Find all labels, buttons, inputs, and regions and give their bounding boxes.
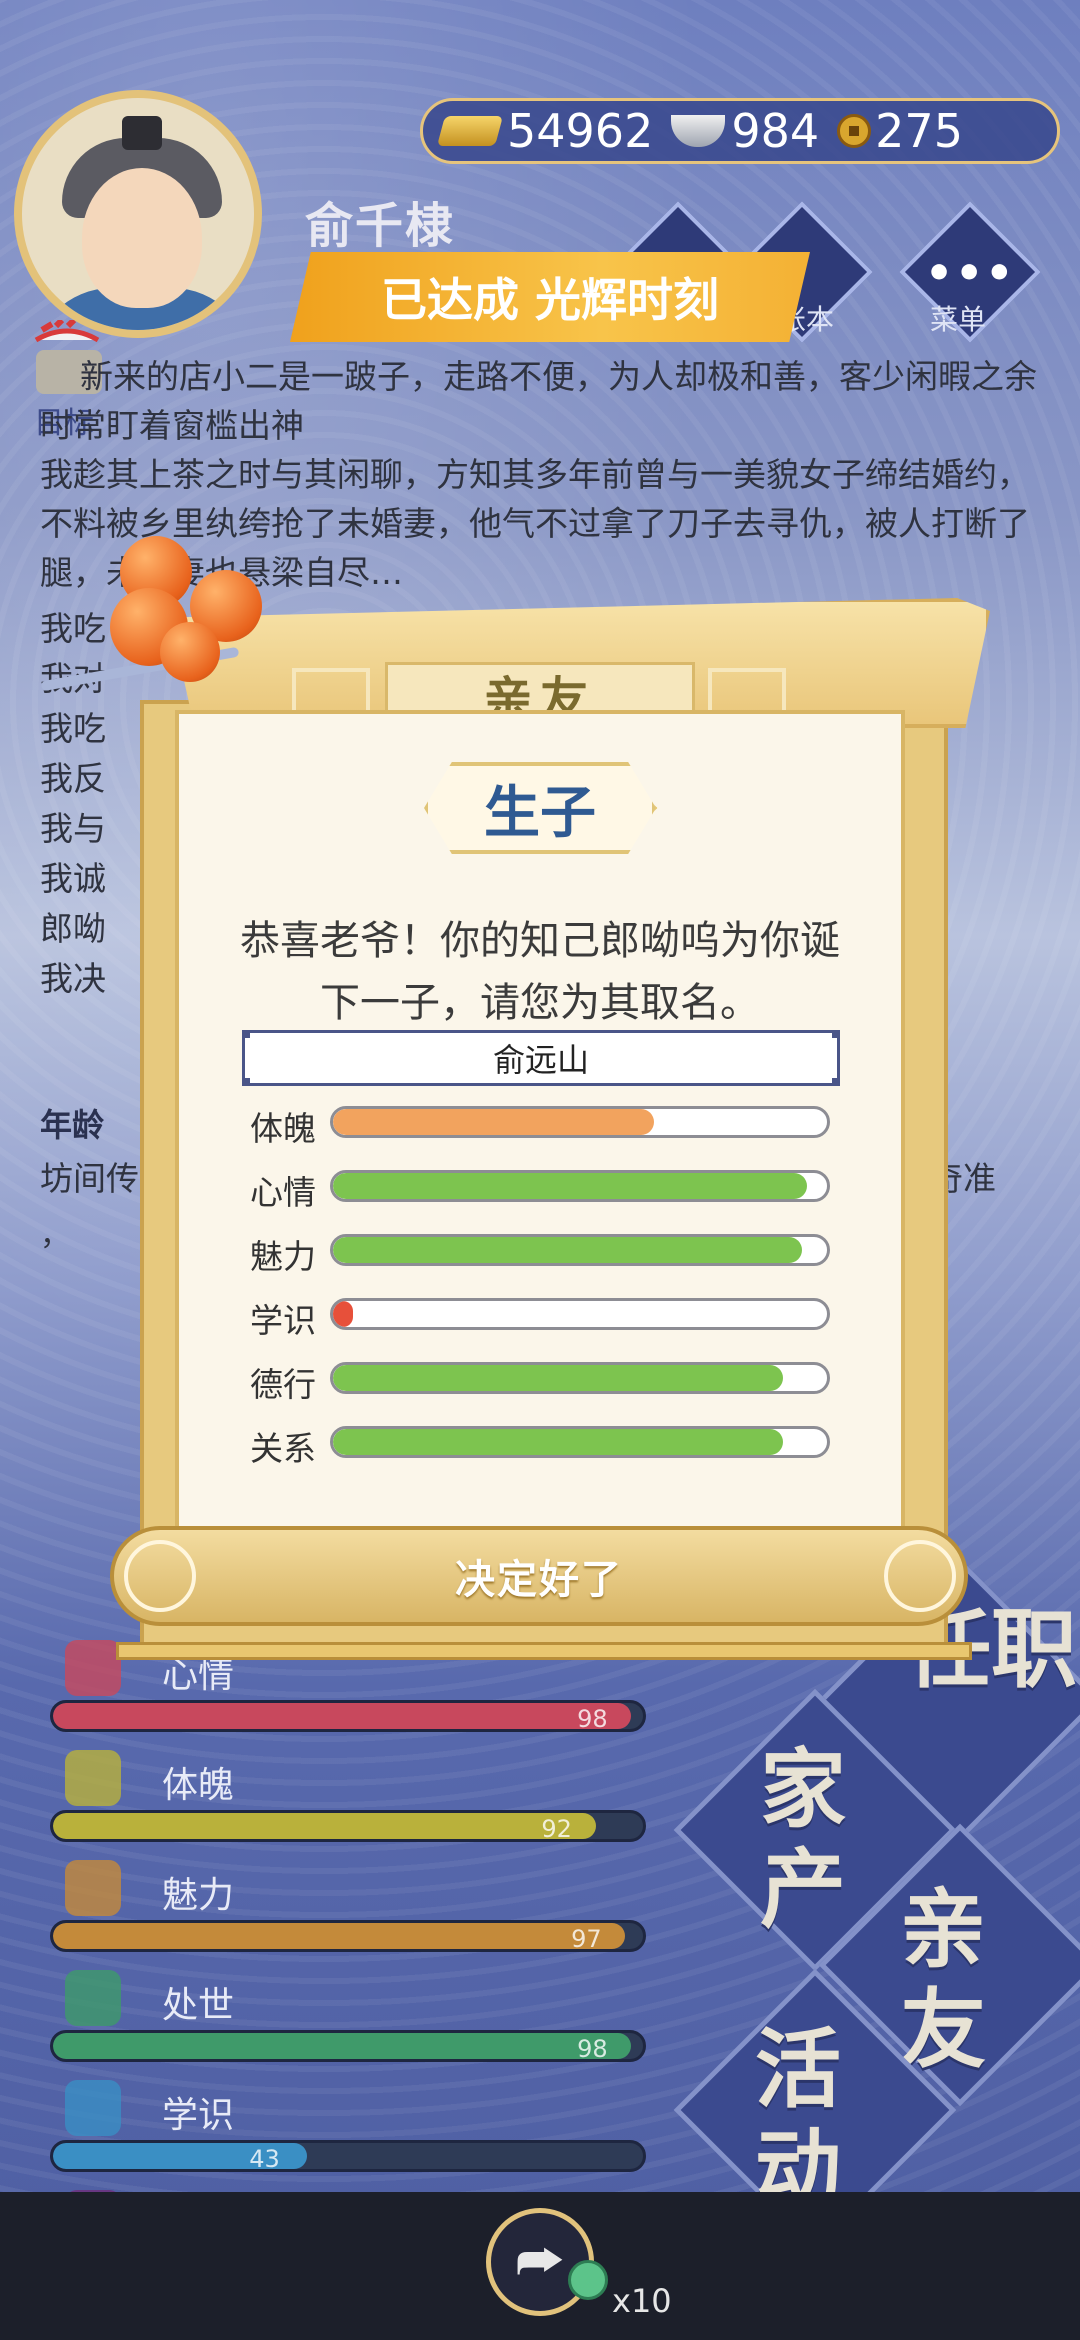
- gold-ingot-icon: [436, 116, 504, 146]
- silver-amount: 984: [731, 104, 820, 158]
- attribute-label: 关系: [250, 1429, 316, 1468]
- attribute-bar-fill: [333, 1109, 655, 1135]
- attribute-bar: [330, 1234, 830, 1266]
- stat-icon: [65, 1640, 121, 1696]
- stat-bar-fill: [53, 1703, 632, 1729]
- confirm-button[interactable]: 决定好了: [110, 1526, 968, 1626]
- attribute-label: 心情: [250, 1173, 316, 1212]
- story-line: 我吃: [40, 609, 106, 648]
- attribute-label: 德行: [250, 1365, 316, 1404]
- stat-label: 体魄: [162, 1765, 235, 1806]
- age-label: 年龄: [40, 1106, 105, 1144]
- input-corner: [832, 1030, 840, 1038]
- stat-bar-fill: [53, 2033, 632, 2059]
- attribute-bar-fill: [333, 1237, 803, 1263]
- child-name-input[interactable]: [242, 1030, 840, 1086]
- input-corner: [242, 1030, 250, 1038]
- stat-label: 学识: [162, 2095, 235, 2136]
- more-dots-icon: •••: [925, 248, 1016, 299]
- activity-tile-label: 活动: [755, 2020, 841, 2220]
- jade-token-icon: [568, 2260, 608, 2300]
- achievement-banner: 已达成 光辉时刻: [290, 252, 810, 342]
- estate-tile-label: 家产: [760, 1740, 846, 1940]
- attribute-bar-fill: [333, 1173, 808, 1199]
- stat-label: 魅力: [162, 1875, 235, 1916]
- stat-bar-fill: [53, 1813, 596, 1839]
- stat-icon: [65, 1970, 121, 2026]
- input-corner: [242, 1078, 250, 1086]
- story-comma: ，: [40, 1218, 70, 1253]
- cloud-ornament-icon: [884, 1540, 956, 1612]
- stat-value: 98: [577, 1705, 608, 1732]
- gold-amount: 54962: [507, 104, 654, 158]
- story-paragraph: 新来的店小二是一跛子，走路不便，为人却极和善，客少闲暇之余时常盯着窗槛出神: [40, 357, 1037, 445]
- event-message-line: 下一子，请您为其取名。: [320, 980, 760, 1026]
- stat-bar: 98: [50, 1700, 646, 1732]
- story-line: 郎呦: [40, 909, 106, 948]
- copper-coin-icon: [837, 114, 872, 148]
- resource-bar: 54962 984 275: [420, 98, 1060, 164]
- attribute-bar-fill: [333, 1301, 353, 1327]
- story-line: 我吃: [40, 709, 106, 748]
- rumor-text: 坊间传: [40, 1159, 139, 1198]
- stat-value: 43: [249, 2145, 280, 2172]
- input-corner: [832, 1078, 840, 1086]
- stat-bar: 43: [50, 2140, 646, 2172]
- coin-resource: 275: [837, 104, 963, 158]
- coin-amount: 275: [875, 104, 963, 158]
- attribute-label: 学识: [250, 1301, 316, 1340]
- stat-icon: [65, 2080, 121, 2136]
- story-line: 我决: [40, 959, 106, 998]
- gold-resource: 54962: [436, 104, 654, 158]
- event-message-line: 恭喜老爷！你的知己郎呦呜为你诞: [240, 918, 840, 964]
- attribute-bar-fill: [333, 1429, 783, 1455]
- menu-label: 菜单: [930, 303, 987, 336]
- player-name: 俞千棣: [305, 198, 456, 254]
- confirm-label: 决定好了: [455, 1557, 623, 1603]
- stat-bar-fill: [53, 1923, 626, 1949]
- stat-label: 处世: [162, 1985, 235, 2026]
- attribute-bar: [330, 1106, 830, 1138]
- stat-value: 98: [577, 2035, 608, 2062]
- attribute-bar: [330, 1170, 830, 1202]
- stat-bar: 98: [50, 2030, 646, 2062]
- silver-ingot-icon: [671, 115, 726, 147]
- attribute-bar: [330, 1426, 830, 1458]
- stat-icon: [65, 1860, 121, 1916]
- stat-icon: [65, 1750, 121, 1806]
- event-message: 恭喜老爷！你的知己郎呦呜为你诞 下一子，请您为其取名。: [200, 910, 880, 1034]
- attribute-bar: [330, 1298, 830, 1330]
- share-multiplier: x10: [612, 2282, 672, 2320]
- silver-resource: 984: [671, 104, 819, 158]
- event-title: 生子: [424, 762, 656, 854]
- stat-value: 92: [541, 1815, 572, 1842]
- attribute-label: 体魄: [250, 1109, 316, 1148]
- story-line: 我与: [40, 809, 106, 848]
- story-line: 我反: [40, 759, 106, 798]
- share-arrow-icon: ⮫: [515, 2231, 565, 2292]
- stat-bar: 97: [50, 1920, 646, 1952]
- story-line: 我诚: [40, 859, 106, 898]
- stat-bar: 92: [50, 1810, 646, 1842]
- candied-haw-icon: [160, 622, 220, 682]
- attribute-label: 魅力: [250, 1237, 316, 1276]
- player-avatar[interactable]: [14, 90, 262, 338]
- cloud-ornament-icon: [124, 1540, 196, 1612]
- stat-value: 97: [571, 1925, 602, 1952]
- relatives-tile-label: 亲友: [900, 1880, 986, 2080]
- attribute-bar-fill: [333, 1365, 783, 1391]
- attribute-bar: [330, 1362, 830, 1394]
- scroll-bottom-rod: [116, 1642, 972, 1660]
